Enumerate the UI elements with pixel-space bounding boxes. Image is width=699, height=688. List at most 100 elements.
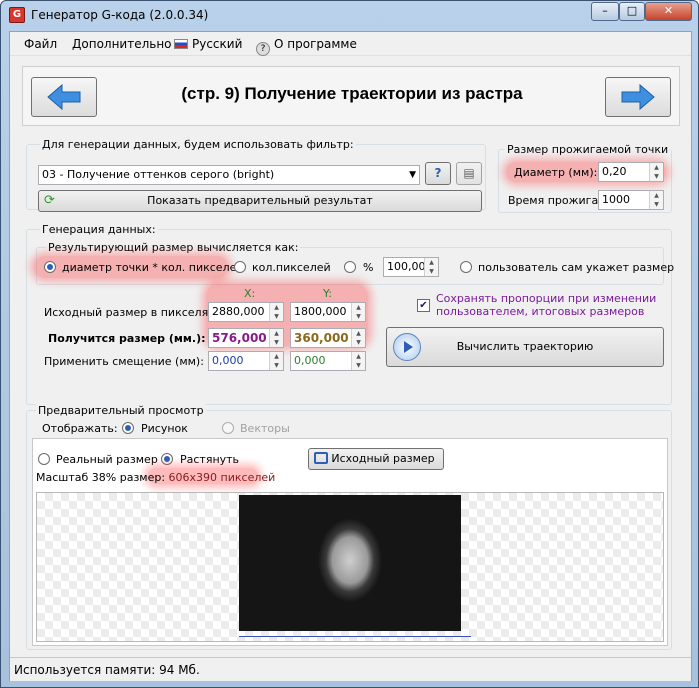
offset-x-spinner[interactable]: ▲ ▼ [269, 352, 283, 370]
keep-ratio-checkbox[interactable]: ✔ [417, 299, 430, 312]
title-bar: G Генератор G-кода (2.0.0.34) – □ ✕ [1, 1, 698, 31]
original-size-button[interactable]: Исходный размер [308, 448, 444, 470]
radio-picture[interactable] [122, 422, 134, 434]
radio-vectors[interactable] [222, 422, 234, 434]
filter-select[interactable]: 03 - Получение оттенков серого (bright) ▼ [38, 165, 420, 185]
refresh-icon: ⟳ [44, 193, 55, 208]
radio-pixel-count[interactable] [234, 261, 246, 273]
app-icon: G [9, 7, 25, 23]
radio-percent[interactable] [344, 261, 356, 273]
column-y-header: Y: [323, 287, 332, 300]
radio-pixel-count-label: кол.пикселей [252, 261, 331, 274]
spin-down-icon: ▼ [274, 362, 279, 369]
spin-down-icon: ▼ [654, 173, 659, 180]
offset-y-spinner[interactable]: ▲ ▼ [351, 352, 365, 370]
percent-spinner[interactable]: ▲ ▼ [424, 258, 438, 276]
source-size-label: Исходный размер в пикселях: [44, 306, 219, 319]
minimize-button[interactable]: – [591, 2, 619, 21]
offset-label: Применить смещение (мм): [44, 355, 204, 368]
filter-label: Для генерации данных, будем использовать… [40, 138, 356, 151]
spin-down-icon: ▼ [356, 339, 361, 346]
menu-extra[interactable]: Дополнительно [72, 37, 172, 51]
menu-file[interactable]: Файл [24, 37, 57, 51]
filter-help-button[interactable]: ? [425, 162, 451, 185]
scale-prefix: Масштаб 38% размер: [36, 471, 166, 484]
source-x-spinner[interactable]: ▲ ▼ [269, 303, 283, 321]
radio-stretch[interactable] [161, 453, 173, 465]
result-x-input[interactable]: 576,000 ▲ ▼ [208, 328, 284, 348]
result-size-label: Получится размер (мм.): [48, 332, 206, 345]
scale-info: Масштаб 38% размер: 606x390 пикселей [36, 471, 275, 484]
preview-result-button[interactable]: ⟳ Показать предварительный результат [38, 190, 482, 212]
preview-result-label: Показать предварительный результат [147, 194, 373, 207]
offset-x-input[interactable]: 0,000 ▲ ▼ [208, 351, 284, 371]
burn-time-input[interactable]: 1000 ▲ ▼ [598, 190, 664, 210]
client-area: Файл Дополнительно Русский ? О программе … [9, 31, 692, 681]
spin-up-icon: ▲ [356, 330, 361, 337]
menu-language-label: Русский [192, 37, 243, 51]
back-button[interactable] [31, 77, 97, 117]
result-x-spinner[interactable]: ▲ ▼ [269, 329, 283, 347]
keep-ratio-label: Сохранять пропорции при изменении пользо… [436, 292, 657, 318]
offset-y-input[interactable]: 0,000 ▲ ▼ [290, 351, 366, 371]
filter-selected-value: 03 - Получение оттенков серого (bright) [42, 168, 275, 181]
source-x-value: 2880,000 [212, 305, 265, 318]
burn-time-spinner[interactable]: ▲ ▼ [649, 191, 663, 209]
radio-vectors-label: Векторы [240, 422, 290, 435]
close-button[interactable]: ✕ [645, 2, 692, 21]
spin-down-icon: ▼ [274, 339, 279, 346]
scale-value: 606x390 пикселей [168, 471, 276, 484]
result-y-value: 360,000 [294, 331, 349, 345]
menu-about[interactable]: ? О программе [256, 37, 357, 56]
compute-trajectory-button[interactable]: Вычислить траекторию [386, 327, 664, 367]
fit-icon [314, 452, 328, 464]
preview-canvas[interactable] [36, 492, 664, 642]
help-icon: ? [434, 166, 442, 180]
chevron-down-icon: ▼ [409, 170, 416, 180]
trajectory-line [239, 636, 471, 637]
next-button[interactable] [605, 77, 671, 117]
radio-picture-label: Рисунок [141, 422, 188, 435]
filter-settings-button[interactable]: ▤ [456, 162, 482, 185]
maximize-button[interactable]: □ [619, 2, 645, 21]
percent-input[interactable]: 100,00 ▲ ▼ [383, 257, 439, 277]
diameter-label: Диаметр (мм): [514, 166, 598, 179]
header-panel: (стр. 9) Получение траектории из растра [22, 66, 680, 126]
source-y-input[interactable]: 1800,000 ▲ ▼ [290, 302, 366, 322]
app-window: G Генератор G-кода (2.0.0.34) – □ ✕ Файл… [0, 0, 699, 688]
spin-up-icon: ▲ [356, 353, 361, 360]
about-icon: ? [256, 42, 270, 56]
spin-up-icon: ▲ [274, 304, 279, 311]
settings-icon: ▤ [463, 166, 475, 180]
radio-diameter-pixels[interactable] [44, 261, 56, 273]
source-y-value: 1800,000 [294, 305, 347, 318]
radio-percent-label: % [363, 261, 374, 274]
radio-real-size[interactable] [38, 453, 50, 465]
display-label: Отображать: [42, 422, 118, 435]
source-y-spinner[interactable]: ▲ ▼ [351, 303, 365, 321]
point-group-label: Размер прожигаемой точки [505, 143, 671, 156]
menu-bar: Файл Дополнительно Русский ? О программе [10, 32, 691, 56]
diameter-spinner[interactable]: ▲ ▼ [649, 163, 663, 181]
original-size-label: Исходный размер [331, 452, 435, 465]
diameter-input[interactable]: 0,20 ▲ ▼ [598, 162, 664, 182]
radio-real-size-label: Реальный размер [56, 453, 158, 466]
spin-down-icon: ▼ [429, 268, 434, 275]
radio-diameter-pixels-label: диаметр точки * кол. пикселей [62, 261, 244, 274]
offset-x-value: 0,000 [212, 354, 244, 367]
spin-down-icon: ▼ [356, 313, 361, 320]
spin-up-icon: ▲ [429, 259, 434, 266]
play-icon [393, 333, 421, 361]
burn-time-value: 1000 [602, 193, 630, 206]
radio-stretch-label: Растянуть [180, 453, 240, 466]
result-y-spinner[interactable]: ▲ ▼ [351, 329, 365, 347]
result-x-value: 576,000 [212, 331, 267, 345]
source-x-input[interactable]: 2880,000 ▲ ▼ [208, 302, 284, 322]
spin-down-icon: ▼ [356, 362, 361, 369]
result-y-input[interactable]: 360,000 ▲ ▼ [290, 328, 366, 348]
spin-up-icon: ▲ [654, 164, 659, 171]
generation-label: Генерация данных: [40, 223, 158, 236]
radio-user-size[interactable] [460, 261, 472, 273]
menu-language[interactable]: Русский [174, 37, 242, 51]
arrow-right-icon [621, 83, 655, 111]
